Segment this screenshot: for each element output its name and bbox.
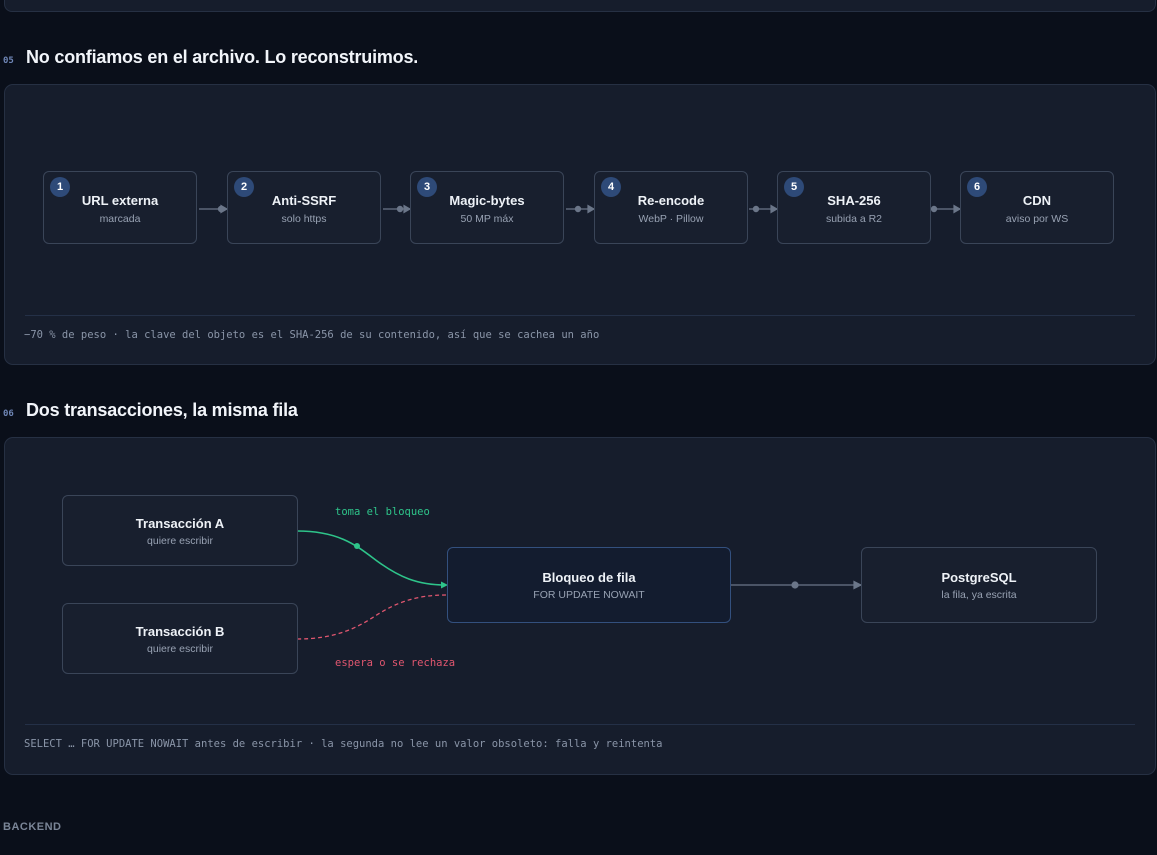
node-subtitle: la fila, ya escrita bbox=[941, 589, 1017, 601]
edge-tx-b-to-lock bbox=[296, 594, 447, 640]
step-cdn: 6 CDN aviso por WS bbox=[960, 171, 1114, 244]
step-re-encode: 4 Re-encode WebP · Pillow bbox=[594, 171, 748, 244]
pipeline-card: 1 URL externa marcada 2 Anti-SSRF solo h… bbox=[4, 84, 1156, 365]
step-subtitle: WebP · Pillow bbox=[638, 213, 704, 225]
card-divider bbox=[25, 724, 1135, 725]
node-row-lock: Bloqueo de fila FOR UPDATE NOWAIT bbox=[447, 547, 731, 623]
edge-label-waits-or-rejected: espera o se rechaza bbox=[335, 657, 456, 669]
step-title: Anti-SSRF bbox=[271, 193, 337, 208]
section-title: No confiamos en el archivo. Lo reconstru… bbox=[26, 47, 419, 67]
step-subtitle: marcada bbox=[99, 213, 141, 225]
node-title: PostgreSQL bbox=[941, 570, 1017, 585]
step-magic-bytes: 3 Magic-bytes 50 MP máx bbox=[410, 171, 564, 244]
node-title: Bloqueo de fila bbox=[542, 570, 636, 585]
pipeline-note: −70 % de peso · la clave del objeto es e… bbox=[24, 329, 600, 341]
step-url-externa: 1 URL externa marcada bbox=[43, 171, 197, 244]
step-anti-ssrf: 2 Anti-SSRF solo https bbox=[227, 171, 381, 244]
connector-dot bbox=[396, 205, 404, 213]
step-subtitle: aviso por WS bbox=[1005, 213, 1069, 225]
arrowhead bbox=[853, 580, 863, 590]
section-number: 05 bbox=[3, 56, 14, 66]
step-subtitle: solo https bbox=[281, 213, 327, 225]
step-title: Re-encode bbox=[637, 193, 705, 208]
section-title: Dos transacciones, la misma fila bbox=[26, 400, 298, 420]
node-subtitle: quiere escribir bbox=[147, 535, 213, 547]
step-title: SHA-256 bbox=[827, 193, 881, 208]
step-title: URL externa bbox=[81, 193, 159, 208]
node-title: Transacción B bbox=[135, 624, 225, 639]
edge-tx-a-dot bbox=[354, 543, 360, 549]
step-sha-256: 5 SHA-256 subida a R2 bbox=[777, 171, 931, 244]
node-transaction-b: Transacción B quiere escribir bbox=[62, 603, 298, 674]
step-subtitle: 50 MP máx bbox=[460, 213, 514, 225]
card-divider bbox=[25, 315, 1135, 316]
node-subtitle: quiere escribir bbox=[147, 643, 213, 655]
step-title: Magic-bytes bbox=[449, 193, 525, 208]
step-title: CDN bbox=[1022, 193, 1052, 208]
step-subtitle: subida a R2 bbox=[825, 213, 883, 225]
footer-section-label: BACKEND bbox=[3, 821, 62, 833]
lock-card: Transacción A quiere escribir Transacció… bbox=[4, 437, 1156, 775]
section-06-header: 06 Dos transacciones, la misma fila bbox=[3, 400, 298, 421]
connector-dot bbox=[930, 205, 938, 213]
edge-tx-a-to-lock bbox=[296, 530, 447, 586]
section-05-header: 05 No confiamos en el archivo. Lo recons… bbox=[3, 47, 418, 68]
previous-section-card bbox=[4, 0, 1156, 12]
section-number: 06 bbox=[3, 409, 14, 419]
node-subtitle: FOR UPDATE NOWAIT bbox=[533, 589, 645, 601]
connector-dot bbox=[752, 205, 760, 213]
node-postgresql: PostgreSQL la fila, ya escrita bbox=[861, 547, 1097, 623]
edge-dot bbox=[791, 581, 799, 589]
edge-label-takes-lock: toma el bloqueo bbox=[335, 506, 430, 518]
connector-dot bbox=[574, 205, 582, 213]
node-transaction-a: Transacción A quiere escribir bbox=[62, 495, 298, 566]
lock-note: SELECT … FOR UPDATE NOWAIT antes de escr… bbox=[24, 738, 663, 750]
node-title: Transacción A bbox=[135, 516, 225, 531]
